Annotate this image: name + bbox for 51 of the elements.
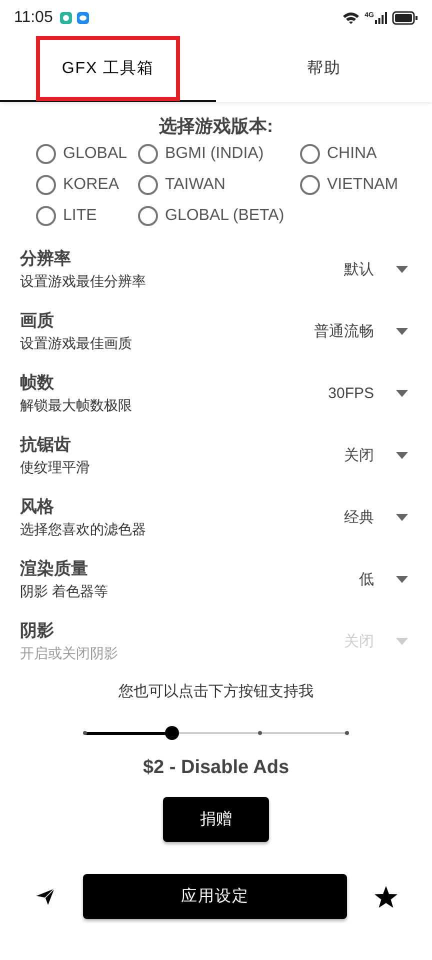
setting-description: 设置游戏最佳分辨率	[20, 273, 146, 291]
slider-thumb[interactable]	[165, 726, 180, 740]
caret-icon	[396, 638, 408, 644]
status-time: 11:05	[14, 9, 53, 27]
wifi-icon	[342, 11, 360, 25]
apply-button[interactable]: 应用设定	[83, 874, 347, 919]
caret-icon	[396, 514, 408, 520]
signal-icon	[375, 12, 387, 24]
radio-option[interactable]: BGMI (INDIA)	[138, 144, 300, 164]
caret-icon	[396, 452, 408, 458]
setting-description: 阴影 着色器等	[20, 583, 108, 601]
battery-icon	[392, 11, 418, 25]
star-icon[interactable]	[374, 884, 398, 908]
setting-title: 画质	[20, 310, 55, 332]
caret-icon	[396, 266, 408, 272]
price-label: $2 - Disable Ads	[142, 757, 290, 779]
setting-description: 解锁最大帧数极限	[20, 397, 132, 415]
section-title: 选择游戏版本:	[158, 115, 274, 138]
setting-description: 选择您喜欢的滤色器	[20, 521, 146, 539]
setting-title: 渲染质量	[20, 558, 89, 580]
setting-title: 阴影	[20, 620, 55, 642]
tab[interactable]: 帮助	[216, 36, 432, 102]
paper-plane-icon[interactable]	[34, 886, 56, 906]
radio-option[interactable]: CHINA	[300, 144, 430, 164]
setting-title: 分辨率	[20, 248, 72, 270]
radio-option[interactable]: GLOBAL (BETA)	[138, 206, 300, 226]
setting-description: 开启或关闭阴影	[20, 645, 118, 663]
chat-icon	[76, 12, 89, 24]
setting-title: 抗锯齿	[20, 434, 72, 456]
setting-dropdown[interactable]: 经典	[344, 508, 408, 526]
setting-title: 帧数	[20, 372, 55, 394]
setting-dropdown[interactable]: 30FPS	[328, 384, 408, 402]
radio-option[interactable]: KOREA	[36, 175, 138, 195]
setting-dropdown[interactable]: 普通流畅	[314, 322, 408, 340]
setting-description: 设置游戏最佳画质	[20, 335, 132, 353]
setting-dropdown[interactable]: 低	[359, 570, 408, 588]
tab[interactable]: GFX 工具箱	[0, 36, 216, 102]
radio-option[interactable]: GLOBAL	[36, 144, 138, 164]
caret-icon	[396, 328, 408, 334]
setting-dropdown[interactable]: 关闭	[344, 446, 408, 464]
donate-button[interactable]: 捐赠	[163, 797, 269, 842]
radio-option[interactable]: LITE	[36, 206, 138, 226]
radio-option[interactable]: VIETNAM	[300, 175, 430, 195]
setting-dropdown[interactable]: 默认	[344, 260, 408, 278]
caret-icon	[396, 576, 408, 582]
setting-description: 使纹理平滑	[20, 459, 90, 477]
setting-title: 风格	[20, 496, 55, 518]
support-message: 您也可以点击下方按钮支持我	[118, 682, 314, 701]
caret-icon	[396, 390, 408, 396]
notification-icon	[60, 12, 72, 24]
radio-option[interactable]: TAIWAN	[138, 175, 300, 195]
